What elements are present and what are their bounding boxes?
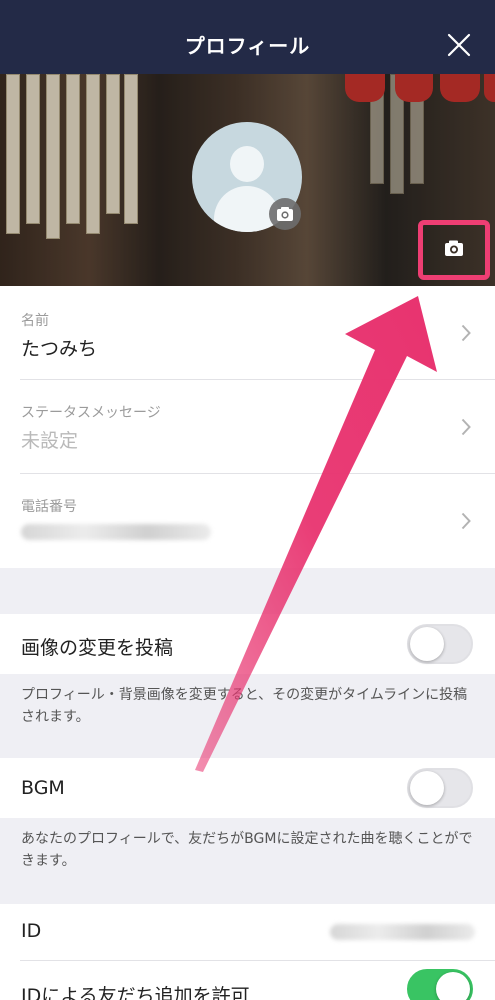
close-icon[interactable]	[447, 33, 471, 57]
camera-icon	[445, 240, 463, 256]
status-message-value: 未設定	[21, 430, 79, 452]
id-row[interactable]: ID	[0, 904, 495, 960]
allow-add-by-id-label: IDによる友だち追加を許可	[21, 985, 250, 1000]
cover-camera-button[interactable]	[418, 220, 490, 280]
profile-info-section: 名前 たつみち ステータスメッセージ 未設定 電話番号	[0, 286, 495, 568]
chevron-right-icon	[461, 418, 471, 436]
chevron-right-icon	[461, 324, 471, 342]
id-label: ID	[21, 920, 42, 942]
bgm-note: あなたのプロフィールで、友だちがBGMに設定された曲を聴くことができます。	[21, 831, 473, 869]
post-image-change-label: 画像の変更を投稿	[21, 637, 174, 659]
status-message-row[interactable]: ステータスメッセージ 未設定	[0, 380, 495, 474]
phone-number-value-blurred	[21, 524, 211, 540]
bgm-row: BGM	[0, 758, 495, 818]
id-value-blurred	[330, 924, 475, 940]
allow-add-by-id-row: IDによる友だち追加を許可	[0, 961, 495, 1000]
bgm-label: BGM	[21, 777, 65, 799]
phone-number-row[interactable]: 電話番号	[0, 474, 495, 568]
avatar-camera-button[interactable]	[269, 198, 301, 230]
chevron-right-icon	[461, 512, 471, 530]
camera-icon	[277, 207, 293, 221]
allow-add-by-id-toggle[interactable]	[407, 969, 473, 1000]
post-image-change-note: プロフィール・背景画像を変更すると、その変更がタイムラインに投稿されます。	[21, 687, 468, 725]
bgm-toggle[interactable]	[407, 768, 473, 808]
post-image-change-toggle[interactable]	[407, 624, 473, 664]
name-label: 名前	[21, 313, 49, 329]
post-image-change-row: 画像の変更を投稿	[0, 614, 495, 674]
name-row[interactable]: 名前 たつみち	[0, 286, 495, 380]
status-message-label: ステータスメッセージ	[21, 405, 161, 421]
page-title: プロフィール	[184, 34, 311, 58]
id-section: ID IDによる友だち追加を許可	[0, 904, 495, 1000]
navbar: プロフィール	[0, 0, 495, 74]
phone-number-label: 電話番号	[21, 499, 77, 515]
name-value: たつみち	[21, 338, 98, 360]
